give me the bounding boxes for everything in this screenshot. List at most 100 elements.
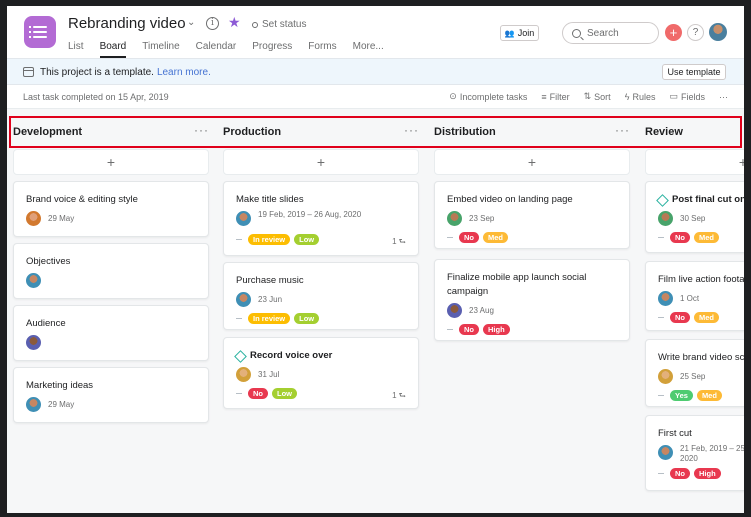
task-title: Purchase music — [236, 275, 304, 286]
use-template-button[interactable]: Use template — [662, 64, 726, 80]
task-tags: No High — [447, 324, 510, 335]
due-date: 21 Feb, 2019 – 25 2020 — [680, 444, 744, 463]
info-icon[interactable]: i — [206, 17, 219, 30]
tab-timeline[interactable]: Timeline — [142, 41, 179, 58]
subtask-number: 1 — [392, 391, 397, 400]
status-badge[interactable]: No — [670, 312, 690, 323]
task-card[interactable]: Film live action foota 1 Oct No Med — [645, 261, 744, 331]
project-list-icon[interactable] — [24, 16, 56, 48]
filter-button[interactable]: ≡ Filter — [541, 91, 569, 102]
status-badge[interactable]: No — [459, 232, 479, 243]
sort-button[interactable]: ⇅ Sort — [584, 91, 611, 102]
status-badge[interactable]: Yes — [670, 390, 693, 401]
priority-badge[interactable]: Low — [294, 313, 320, 324]
due-date: 23 Sep — [469, 214, 495, 223]
tab-list[interactable]: List — [68, 41, 84, 58]
learn-more-link[interactable]: Learn more. — [157, 67, 211, 78]
divider — [658, 473, 664, 474]
status-badge[interactable]: No — [670, 468, 690, 479]
task-card[interactable]: Write brand video sc 25 Sep Yes Med — [645, 339, 744, 407]
filter-label: Filter — [549, 91, 570, 102]
filter-icon: ≡ — [541, 91, 547, 102]
status-badge[interactable]: No — [459, 324, 479, 335]
avatar[interactable] — [236, 292, 251, 307]
search-input[interactable] — [587, 27, 647, 39]
project-title[interactable]: Rebranding video — [68, 15, 186, 32]
avatar[interactable] — [447, 303, 462, 318]
search-box[interactable] — [562, 22, 659, 44]
avatar[interactable] — [658, 291, 673, 306]
task-title: First cut — [658, 428, 692, 439]
tab-board[interactable]: Board — [99, 41, 127, 58]
add-task-button[interactable]: + — [645, 149, 744, 175]
priority-badge[interactable]: Med — [696, 390, 722, 401]
avatar[interactable] — [658, 445, 673, 460]
avatar[interactable] — [447, 211, 462, 226]
task-card[interactable]: Record voice over 31 Jul No Low 1 ⮑ — [223, 337, 419, 409]
priority-badge[interactable]: Low — [294, 234, 320, 245]
fields-button[interactable]: ▭ Fields — [669, 91, 705, 102]
due-date: 29 May — [48, 400, 75, 409]
task-card[interactable]: Finalize mobile app launch social campai… — [434, 259, 630, 341]
more-options-button[interactable]: ··· — [719, 91, 728, 102]
tab-forms[interactable]: Forms — [308, 41, 336, 58]
rules-button[interactable]: ϟ Rules — [625, 91, 656, 102]
task-card[interactable]: First cut 21 Feb, 2019 – 25 2020 No High — [645, 415, 744, 491]
task-title: Objectives — [26, 256, 71, 267]
task-card[interactable]: Embed video on landing page 23 Sep No Me… — [434, 181, 630, 249]
task-tags: No High — [658, 468, 721, 479]
fields-icon: ▭ — [669, 91, 678, 101]
avatar[interactable] — [709, 23, 727, 41]
tab-more[interactable]: More... — [353, 41, 384, 58]
subtask-count[interactable]: 1 ⮑ — [392, 236, 406, 250]
task-card[interactable]: Marketing ideas 29 May — [13, 367, 209, 423]
avatar[interactable] — [236, 367, 251, 382]
task-card[interactable]: Make title slides 19 Feb, 2019 – 26 Aug,… — [223, 181, 419, 256]
star-icon[interactable]: ★ — [228, 14, 241, 31]
task-card[interactable]: Purchase music 23 Jun In review Low — [223, 262, 419, 330]
tab-progress[interactable]: Progress — [252, 41, 292, 58]
chevron-down-icon[interactable]: ⌄ — [187, 17, 195, 28]
set-status-button[interactable]: Set status — [262, 19, 306, 30]
avatar[interactable] — [236, 211, 251, 226]
priority-badge[interactable]: High — [694, 468, 721, 479]
avatar[interactable] — [658, 211, 673, 226]
task-card[interactable]: Post final cut on 30 Sep No Med — [645, 181, 744, 253]
priority-badge[interactable]: High — [483, 324, 510, 335]
status-badge[interactable]: In review — [248, 234, 291, 245]
task-card[interactable]: Audience — [13, 305, 209, 361]
avatar[interactable] — [26, 335, 41, 350]
avatar[interactable] — [26, 397, 41, 412]
priority-badge[interactable]: Med — [694, 232, 719, 243]
subtask-icon: ⮑ — [398, 391, 406, 400]
task-title: Finalize mobile app launch social campai… — [447, 272, 587, 297]
task-card[interactable]: Objectives — [13, 243, 209, 299]
sort-icon: ⇅ — [583, 91, 592, 101]
add-task-button[interactable]: + — [13, 149, 209, 175]
add-task-button[interactable]: + — [223, 149, 419, 175]
status-badge[interactable]: In review — [248, 313, 291, 324]
task-title: Post final cut on — [672, 194, 744, 205]
quick-add-button[interactable]: + — [665, 24, 682, 41]
sort-label: Sort — [594, 91, 611, 102]
priority-badge[interactable]: Low — [272, 388, 297, 399]
avatar[interactable] — [26, 273, 41, 288]
status-badge[interactable]: No — [248, 388, 268, 399]
task-tags: No Med — [447, 232, 508, 243]
help-button[interactable]: ? — [687, 24, 704, 41]
divider — [447, 237, 453, 238]
status-badge[interactable]: No — [670, 232, 690, 243]
add-task-button[interactable]: + — [434, 149, 630, 175]
priority-badge[interactable]: Med — [694, 312, 719, 323]
subtask-count[interactable]: 1 ⮑ — [392, 390, 406, 404]
priority-badge[interactable]: Med — [483, 232, 508, 243]
template-text: This project is a template. — [40, 67, 154, 78]
template-notice: This project is a template. Learn more. — [40, 67, 211, 78]
avatar[interactable] — [658, 369, 673, 384]
task-card[interactable]: Brand voice & editing style 29 May — [13, 181, 209, 237]
divider — [236, 318, 242, 319]
avatar[interactable] — [26, 211, 41, 226]
tab-calendar[interactable]: Calendar — [196, 41, 237, 58]
incomplete-tasks-button[interactable]: ⊙ Incomplete tasks — [449, 91, 527, 102]
join-button[interactable]: 👥 Join — [500, 25, 539, 41]
